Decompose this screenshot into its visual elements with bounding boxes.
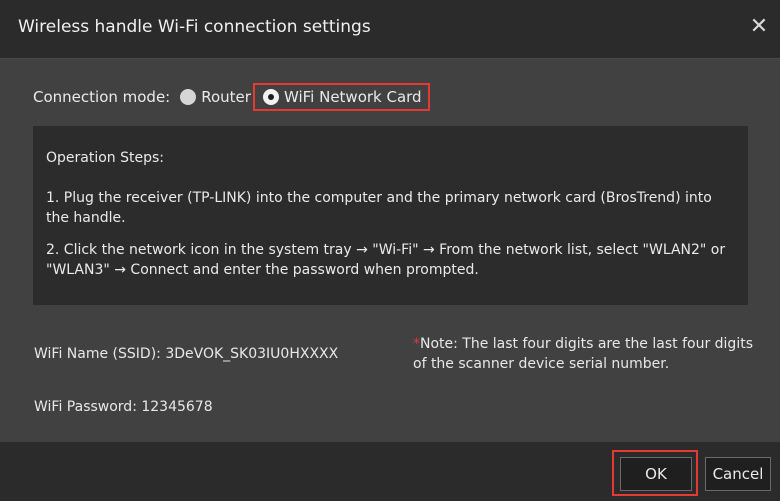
wifi-password-text: WiFi Password: 12345678 <box>34 399 213 415</box>
step-2-text: 2. Click the network icon in the system … <box>46 242 726 278</box>
title-bar: Wireless handle Wi-Fi connection setting… <box>0 0 780 59</box>
note-asterisk: * <box>413 336 420 352</box>
ok-button[interactable]: OK <box>620 457 692 491</box>
wifi-ssid-text: WiFi Name (SSID): 3DeVOK_SK03IU0HXXXX <box>34 346 339 362</box>
router-option[interactable]: Router <box>170 88 251 106</box>
dialog-title: Wireless handle Wi-Fi connection setting… <box>18 17 371 37</box>
connection-mode-label: Connection mode: <box>33 88 171 106</box>
router-radio[interactable] <box>180 89 197 105</box>
cancel-button[interactable]: Cancel <box>705 457 771 491</box>
serial-note: *Note: The last four digits are the last… <box>413 334 758 374</box>
wifi-settings-dialog: Wireless handle Wi-Fi connection setting… <box>0 0 780 501</box>
dialog-footer: OK Cancel <box>0 442 780 501</box>
wifi-network-card-label[interactable]: WiFi Network Card <box>284 88 422 106</box>
router-option-label[interactable]: Router <box>201 88 251 106</box>
note-text: Note: The last four digits are the last … <box>413 336 753 372</box>
close-icon[interactable]: ✕ <box>746 14 772 40</box>
step-1-text: 1. Plug the receiver (TP-LINK) into the … <box>46 190 712 226</box>
wifi-network-card-option[interactable]: WiFi Network Card <box>252 83 430 111</box>
operation-steps-panel: Operation Steps: 1. Plug the receiver (T… <box>33 126 748 305</box>
connection-mode-row: Connection mode: Router WiFi Network Car… <box>33 82 430 112</box>
wifi-network-card-radio[interactable] <box>262 89 279 105</box>
steps-heading: Operation Steps: <box>46 150 165 166</box>
